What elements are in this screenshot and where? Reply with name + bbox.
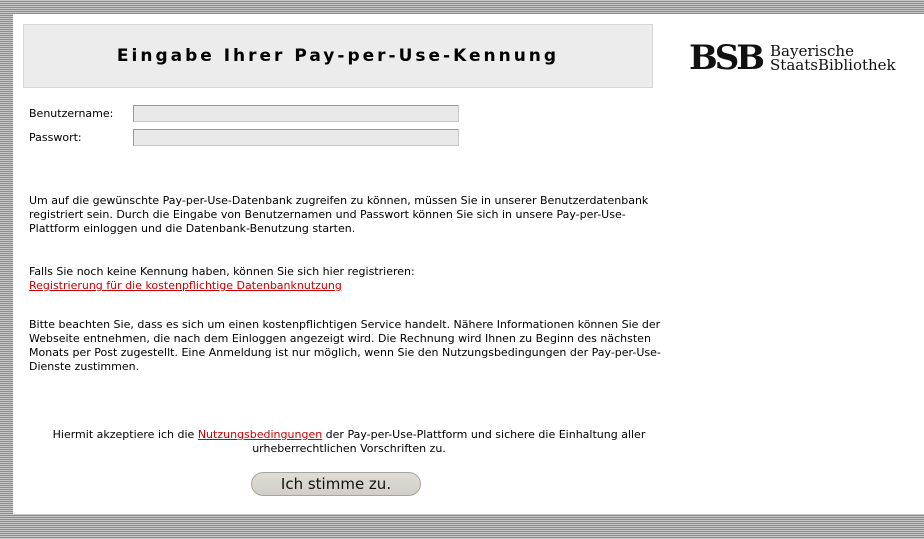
terms-link[interactable]: Nutzungsbedingungen: [198, 428, 322, 441]
bsb-logo: BSB Bayerische StaatsBibliothek: [689, 38, 896, 78]
window-left-border: [0, 0, 13, 539]
register-paragraph: Falls Sie noch keine Kennung haben, könn…: [29, 265, 669, 293]
info-paragraph-1: Um auf die gewünschte Pay-per-Use-Datenb…: [29, 194, 649, 235]
username-input[interactable]: [133, 105, 459, 122]
password-row: Passwort:: [29, 129, 459, 146]
password-label: Passwort:: [29, 131, 82, 144]
acceptance-text: Hiermit akzeptiere ich die Nutzungsbedin…: [29, 428, 669, 456]
username-row: Benutzername:: [29, 105, 459, 122]
password-input[interactable]: [133, 129, 459, 146]
agree-button[interactable]: Ich stimme zu.: [251, 472, 421, 496]
main-content: Eingabe Ihrer Pay-per-Use-Kennung BSB Ba…: [13, 14, 924, 514]
register-intro: Falls Sie noch keine Kennung haben, könn…: [29, 265, 415, 278]
logo-line-2: StaatsBibliothek: [770, 56, 896, 74]
logo-wordmark: Bayerische StaatsBibliothek: [770, 44, 896, 74]
register-link[interactable]: Registrierung für die kostenpflichtige D…: [29, 279, 342, 292]
acceptance-text-before: Hiermit akzeptiere ich die: [52, 428, 198, 441]
username-label: Benutzername:: [29, 107, 114, 120]
page-title-box: Eingabe Ihrer Pay-per-Use-Kennung: [23, 24, 653, 88]
logo-mark: BSB: [689, 38, 765, 78]
info-paragraph-3: Bitte beachten Sie, dass es sich um eine…: [29, 318, 661, 373]
page-title: Eingabe Ihrer Pay-per-Use-Kennung: [116, 46, 560, 66]
